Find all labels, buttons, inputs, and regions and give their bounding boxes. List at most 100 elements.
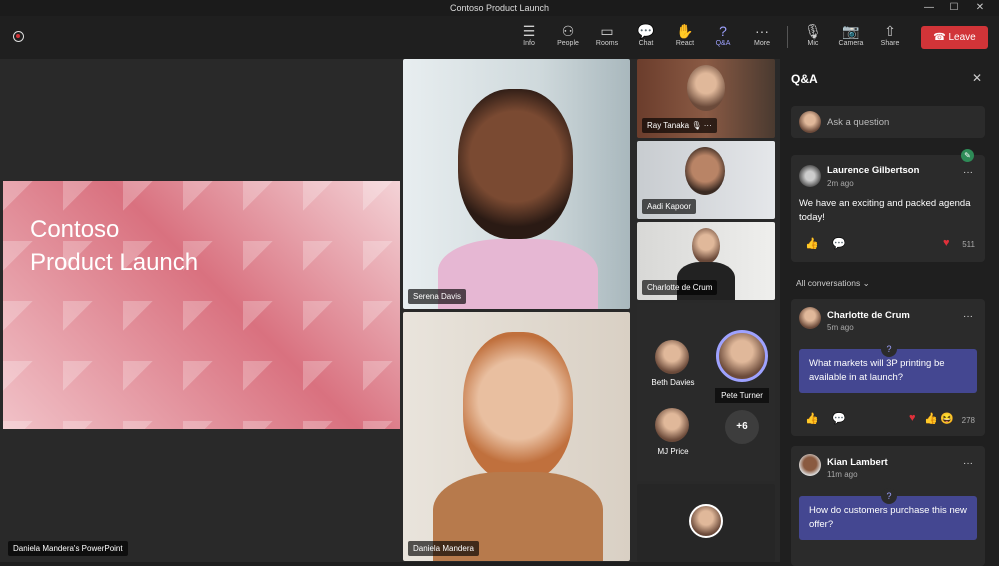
rooms-label: Rooms (595, 40, 619, 47)
rooms-button[interactable]: ▭ Rooms (588, 22, 626, 47)
pete-name: Pete Turner (715, 388, 769, 403)
ask-question-input[interactable]: Ask a question (791, 106, 985, 138)
qa-post: Kian Lambert 11m ago ··· How do customer… (791, 446, 985, 566)
avatar-mj[interactable] (655, 408, 689, 442)
info-button[interactable]: ☰ Info (510, 22, 548, 47)
video-tile-charlotte[interactable]: Charlotte de Crum (637, 222, 775, 300)
question-icon: ? (881, 488, 897, 504)
qa-icon: ? (719, 23, 727, 39)
video-tile-ray[interactable]: Ray Tanaka 🎙 ··· (637, 59, 775, 138)
more-label: More (754, 40, 770, 47)
more-button[interactable]: ··· More (743, 22, 781, 47)
more-options-icon[interactable]: ··· (963, 458, 973, 469)
participant-video (685, 147, 725, 195)
avatar (799, 165, 821, 187)
reply-icon[interactable]: 💬 (832, 237, 846, 250)
filter-label: All conversations (796, 278, 861, 288)
meeting-toolbar: ☰ Info ⚇ People ▭ Rooms 💬 Chat ✋ React ? Q&A ·… (0, 16, 999, 59)
self-tile[interactable] (637, 484, 775, 562)
video-tile-daniela[interactable]: Daniela Mandera (403, 312, 630, 561)
close-icon[interactable]: ✕ (972, 71, 982, 85)
qa-button[interactable]: ? Q&A (704, 22, 742, 47)
chat-label: Chat (638, 40, 654, 47)
avatar (799, 454, 821, 476)
title-bar: Contoso Product Launch — ☐ ✕ (0, 0, 999, 16)
avatar (799, 307, 821, 329)
participant-name: Serena Davis (408, 289, 467, 304)
more-icon: ··· (755, 23, 769, 39)
heart-icon: ♥ (943, 237, 950, 249)
avatar-beth[interactable] (655, 340, 689, 374)
participant-name: Ray Tanaka 🎙 ··· (642, 118, 717, 133)
qa-post: ✎ Laurence Gilbertson 2m ago ··· We have… (791, 149, 985, 262)
post-time: 11m ago (827, 470, 858, 479)
qa-title: Q&A (791, 72, 818, 86)
avatar-pete-speaking[interactable] (716, 330, 768, 382)
share-label: Share (880, 40, 900, 47)
post-time: 2m ago (827, 179, 854, 188)
self-avatar (689, 504, 723, 538)
info-label: Info (523, 40, 535, 47)
react-label: React (675, 40, 695, 47)
author-name: Kian Lambert (827, 457, 888, 468)
shared-slide: Contoso Product Launch (3, 181, 400, 429)
video-tile-aadi[interactable]: Aadi Kapoor (637, 141, 775, 219)
more-options-icon[interactable]: ··· (963, 167, 973, 178)
author-name: Laurence Gilbertson (827, 165, 920, 176)
participant-name: Aadi Kapoor (642, 199, 697, 214)
minimize-button[interactable]: — (915, 0, 943, 16)
more-participants-button[interactable]: +6 (725, 410, 759, 444)
divider (787, 26, 788, 48)
people-icon: ⚇ (561, 23, 575, 39)
like-icon[interactable]: 👍 (805, 237, 819, 250)
mic-label: Mic (807, 40, 819, 47)
camera-label: Camera (838, 40, 864, 47)
heart-icon: ♥ (909, 412, 916, 424)
chat-icon: 💬 (637, 23, 655, 39)
leave-label: Leave (948, 32, 976, 43)
share-button[interactable]: ⇧ Share (871, 22, 909, 47)
close-window-button[interactable]: ✕ (966, 0, 994, 16)
audience-roster: Beth Davies Pete Turner MJ Price +6 (637, 303, 775, 481)
react-button[interactable]: ✋ React (666, 22, 704, 47)
reaction-count: 278 (961, 416, 975, 425)
video-tile-serena[interactable]: Serena Davis (403, 59, 630, 309)
chevron-down-icon: ⌄ (862, 278, 870, 288)
conversation-filter[interactable]: All conversations ⌄ (796, 278, 870, 289)
slide-title-line1: Contoso (30, 216, 120, 243)
people-button[interactable]: ⚇ People (549, 22, 587, 47)
participant-name: Daniela Mandera (408, 541, 479, 556)
self-avatar (799, 111, 821, 133)
like-icon[interactable]: 👍 (805, 412, 819, 425)
beth-name: Beth Davies (651, 378, 695, 387)
hand-icon: ✋ (676, 23, 694, 39)
post-text: We have an exciting and packed agenda to… (799, 198, 971, 223)
post-time: 5m ago (827, 323, 854, 332)
camera-button[interactable]: 📷 Camera (832, 22, 870, 47)
more-icon: ··· (703, 121, 712, 130)
mic-button[interactable]: 🎙 Mic (794, 22, 832, 47)
info-icon: ☰ (522, 23, 536, 39)
phone-icon: ☎ (933, 32, 949, 43)
camera-off-icon: 📷 (842, 23, 860, 39)
window-title: Contoso Product Launch (449, 3, 550, 13)
thumbs-up-icon: 👍 (924, 413, 938, 425)
qa-panel: Q&A ✕ Ask a question ✎ Laurence Gilberts… (780, 59, 999, 566)
pin-icon[interactable]: ✎ (961, 149, 974, 162)
participant-video (687, 65, 725, 111)
maximize-button[interactable]: ☐ (940, 0, 968, 16)
mic-off-icon: 🎙 (691, 121, 702, 130)
people-label: People (557, 40, 579, 47)
chat-button[interactable]: 💬 Chat (627, 22, 665, 47)
laugh-icon: 😆 (940, 413, 954, 425)
leave-button[interactable]: ☎ Leave (921, 26, 988, 49)
participant-name: Charlotte de Crum (642, 280, 718, 295)
slide-title-line2: Product Launch (30, 249, 199, 276)
more-options-icon[interactable]: ··· (963, 311, 973, 322)
reply-icon[interactable]: 💬 (832, 412, 846, 425)
qa-label: Q&A (715, 40, 731, 47)
question-icon: ? (881, 341, 897, 357)
presenter-label: Daniela Mandera's PowerPoint (8, 541, 128, 556)
recording-icon (13, 31, 24, 42)
participant-video (458, 89, 573, 239)
